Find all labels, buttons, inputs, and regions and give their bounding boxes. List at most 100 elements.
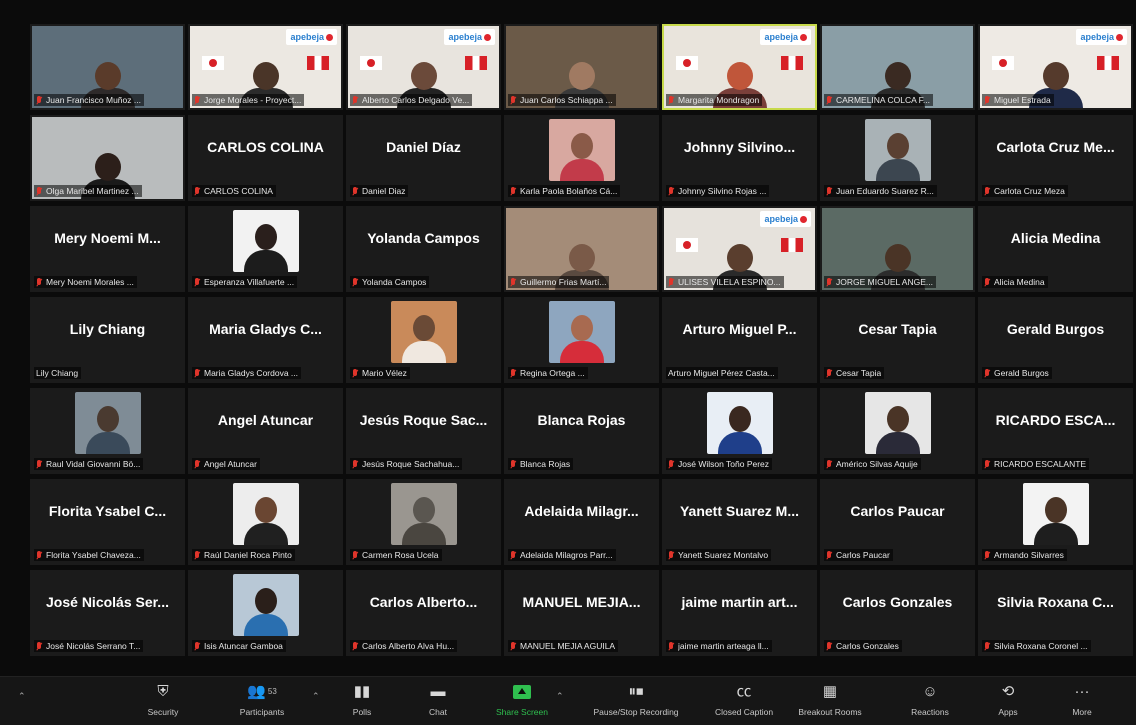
- participant-tile[interactable]: apebeja Margarita Mondragon: [662, 24, 817, 110]
- participant-tile[interactable]: Carlos Paucar Carlos Paucar: [820, 479, 975, 565]
- participant-tile[interactable]: Karla Paola Bolaños Cá...: [504, 115, 659, 201]
- participant-tile[interactable]: Gerald Burgos Gerald Burgos: [978, 297, 1133, 383]
- participant-tile[interactable]: Daniel Díaz Daniel Diaz: [346, 115, 501, 201]
- participant-name: MANUEL MEJIA AGUILA: [520, 641, 616, 651]
- participant-display-name: Carlos Gonzales: [842, 594, 953, 610]
- participant-tile[interactable]: Raul Vidal Giovanni Bö...: [30, 388, 185, 474]
- participant-nameplate: Gerald Burgos: [982, 367, 1052, 379]
- participant-tile[interactable]: apebeja Alberto Carlos Delgado Ve...: [346, 24, 501, 110]
- closed-caption-button[interactable]: ㏄ Closed Caption: [704, 683, 784, 717]
- muted-mic-icon: [826, 368, 833, 378]
- share-screen-button[interactable]: Share Screen: [482, 683, 562, 717]
- participant-nameplate: Esperanza Villafuerte ...: [192, 276, 298, 288]
- participant-tile[interactable]: Arturo Miguel P... Arturo Miguel Pérez Ca…: [662, 297, 817, 383]
- participant-nameplate: José Nicolás Serrano T...: [34, 640, 144, 652]
- more-button[interactable]: ··· More: [1042, 683, 1122, 717]
- security-button[interactable]: ⛨ Security: [123, 683, 203, 717]
- participant-tile[interactable]: jaime martin art... jaime martin arteaga …: [662, 570, 817, 656]
- muted-mic-icon: [36, 186, 43, 196]
- participant-nameplate: Maria Gladys Cordova ...: [192, 367, 302, 379]
- participant-tile[interactable]: Alicia Medina Alicia Medina: [978, 206, 1133, 292]
- participant-tile[interactable]: Carlos Gonzales Carlos Gonzales: [820, 570, 975, 656]
- participant-tile[interactable]: JORGE MIGUEL ANGE...: [820, 206, 975, 292]
- participant-nameplate: Adelaida Milagros Parr...: [508, 549, 616, 561]
- participant-tile[interactable]: Angel Atuncar Angel Atuncar: [188, 388, 343, 474]
- participant-tile[interactable]: Lily Chiang Lily Chiang: [30, 297, 185, 383]
- participant-tile[interactable]: Juan Carlos Schiappa ...: [504, 24, 659, 110]
- participants-chevron-icon[interactable]: ⌃: [312, 691, 320, 702]
- muted-mic-icon: [668, 550, 675, 560]
- participant-tile[interactable]: Adelaida Milagr... Adelaida Milagros Parr…: [504, 479, 659, 565]
- participant-tile[interactable]: MANUEL MEJIA... MANUEL MEJIA AGUILA: [504, 570, 659, 656]
- japan-flag-icon: [676, 56, 698, 70]
- participant-tile[interactable]: Maria Gladys C... Maria Gladys Cordova ..…: [188, 297, 343, 383]
- participant-tile[interactable]: Juan Francisco Muñoz ...: [30, 24, 185, 110]
- participant-display-name: Carlos Paucar: [850, 503, 945, 519]
- participant-nameplate: Lily Chiang: [34, 367, 82, 379]
- apebeja-logo: apebeja: [760, 29, 811, 45]
- participant-nameplate: José Wilson Toño Perez: [666, 458, 773, 470]
- muted-mic-icon: [826, 459, 833, 469]
- participant-nameplate: Margarita Mondragon: [666, 94, 763, 106]
- reactions-button[interactable]: ☺ Reactions: [890, 683, 970, 717]
- participant-tile[interactable]: Yanett Suarez M... Yanett Suarez Montalvo: [662, 479, 817, 565]
- muted-mic-icon: [510, 459, 517, 469]
- participant-tile[interactable]: Mario Vélez: [346, 297, 501, 383]
- peru-flag-icon: [465, 56, 487, 70]
- muted-mic-icon: [826, 186, 833, 196]
- participant-tile[interactable]: apebeja ULISES VILELA ESPINO...: [662, 206, 817, 292]
- profile-photo: [390, 301, 457, 363]
- participant-nameplate: Regina Ortega ...: [508, 367, 588, 379]
- participant-tile[interactable]: Silvia Roxana C... Silvia Roxana Coronel …: [978, 570, 1133, 656]
- participant-tile[interactable]: Carmen Rosa Ucela: [346, 479, 501, 565]
- pause-stop-recording-button[interactable]: ⏸⏹ Pause/Stop Recording: [578, 683, 694, 717]
- participant-name: Jorge Morales - Proyect...: [204, 95, 302, 105]
- muted-mic-icon: [352, 459, 359, 469]
- participant-tile[interactable]: Blanca Rojas Blanca Rojas: [504, 388, 659, 474]
- participant-tile[interactable]: Armando Silvarres: [978, 479, 1133, 565]
- muted-mic-icon: [510, 95, 517, 105]
- chat-button[interactable]: ▬ Chat: [398, 683, 478, 717]
- muted-mic-icon: [36, 550, 43, 560]
- participant-tile[interactable]: Mery Noemi M... Mery Noemi Morales ...: [30, 206, 185, 292]
- participant-tile[interactable]: Juan Eduardo Suarez R...: [820, 115, 975, 201]
- participant-nameplate: Américo Silvas Aquije: [824, 458, 921, 470]
- participant-name: CARMELINA COLCA F...: [836, 95, 930, 105]
- participants-button[interactable]: 👥 53 Participants: [222, 683, 302, 717]
- gallery-view: Juan Francisco Muñoz ... apebeja Jorge Mor…: [30, 24, 1134, 660]
- participant-tile[interactable]: Regina Ortega ...: [504, 297, 659, 383]
- participant-tile[interactable]: Florita Ysabel C... Florita Ysabel Chavez…: [30, 479, 185, 565]
- participant-tile[interactable]: apebeja Miguel Estrada: [978, 24, 1133, 110]
- participant-tile[interactable]: CARLOS COLINA CARLOS COLINA: [188, 115, 343, 201]
- breakout-rooms-button[interactable]: ▦ Breakout Rooms: [790, 683, 870, 717]
- participant-tile[interactable]: Esperanza Villafuerte ...: [188, 206, 343, 292]
- participant-tile[interactable]: José Nicolás Ser... José Nicolás Serrano …: [30, 570, 185, 656]
- participant-tile[interactable]: Isis Atuncar Gamboa: [188, 570, 343, 656]
- participant-tile[interactable]: apebeja Jorge Morales - Proyect...: [188, 24, 343, 110]
- participant-tile[interactable]: Carlota Cruz Me... Carlota Cruz Meza: [978, 115, 1133, 201]
- participant-tile[interactable]: Américo Silvas Aquije: [820, 388, 975, 474]
- muted-mic-icon: [510, 368, 517, 378]
- participant-tile[interactable]: Johnny Silvino... Johnny Silvino Rojas ..…: [662, 115, 817, 201]
- participant-tile[interactable]: Guillermo Frias Martí...: [504, 206, 659, 292]
- participant-tile[interactable]: RICARDO ESCA... RICARDO ESCALANTE: [978, 388, 1133, 474]
- participant-tile[interactable]: Jesús Roque Sac... Jesús Roque Sachahua..…: [346, 388, 501, 474]
- participant-name: José Wilson Toño Perez: [678, 459, 770, 469]
- apps-button[interactable]: ⟲ Apps: [968, 683, 1048, 717]
- polls-button[interactable]: ▮▮ Polls: [322, 683, 402, 717]
- participant-tile[interactable]: Cesar Tapia Cesar Tapia: [820, 297, 975, 383]
- participant-name: Carmen Rosa Ucela: [362, 550, 439, 560]
- participant-tile[interactable]: José Wilson Toño Perez: [662, 388, 817, 474]
- chevron-up-icon[interactable]: ⌃: [18, 691, 26, 702]
- share-chevron-icon[interactable]: ⌃: [556, 691, 564, 702]
- profile-photo: [864, 392, 931, 454]
- participant-nameplate: Raúl Daniel Roca Pinto: [192, 549, 295, 561]
- participant-tile[interactable]: Carlos Alberto... Carlos Alberto Alva Hu.…: [346, 570, 501, 656]
- muted-mic-icon: [194, 641, 201, 651]
- participant-display-name: Maria Gladys C...: [209, 321, 322, 337]
- participant-tile[interactable]: Yolanda Campos Yolanda Campos: [346, 206, 501, 292]
- participant-tile[interactable]: Olga Maribel Martinez ...: [30, 115, 185, 201]
- participant-tile[interactable]: CARMELINA COLCA F...: [820, 24, 975, 110]
- participant-name: Arturo Miguel Pérez Casta...: [668, 368, 775, 378]
- participant-tile[interactable]: Raúl Daniel Roca Pinto: [188, 479, 343, 565]
